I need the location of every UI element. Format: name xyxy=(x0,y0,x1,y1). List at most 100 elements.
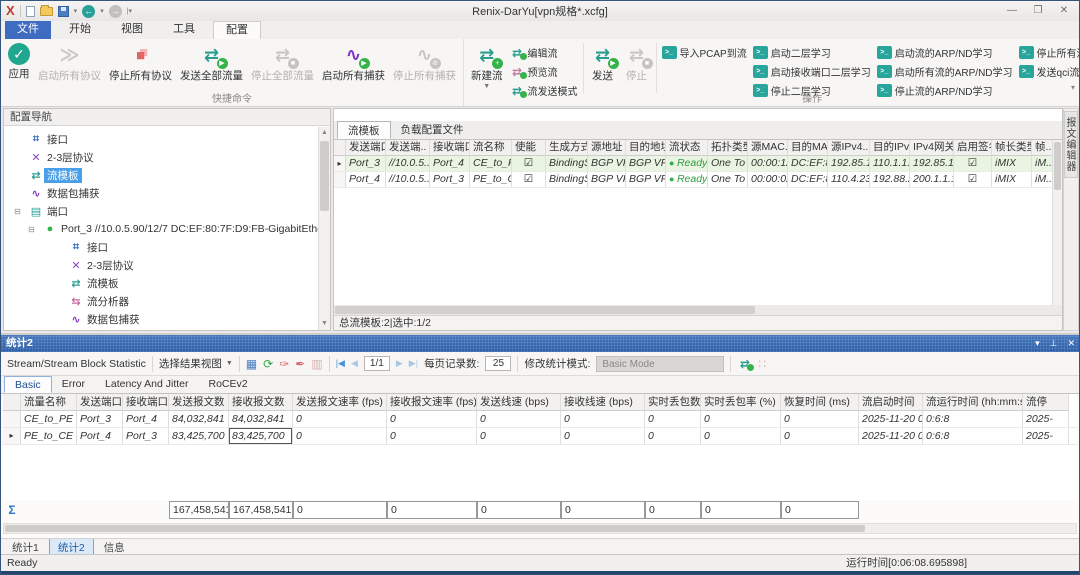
send-button[interactable]: ▶发送 xyxy=(586,41,620,83)
scroll-thumb[interactable] xyxy=(1054,142,1061,190)
column-header[interactable]: IPv4网关 xyxy=(910,140,954,156)
import-pcap-to-stream-button[interactable]: 导入PCAP到流 xyxy=(662,45,747,60)
new-file-icon[interactable] xyxy=(26,6,35,17)
column-header[interactable]: 接收报文数 xyxy=(229,394,293,411)
table-row[interactable]: ▸PE_to_CEPort_4Port_383,425,70083,425,70… xyxy=(3,428,1077,445)
column-header[interactable]: 发送端.. xyxy=(386,140,430,156)
tree-item-2[interactable]: ⇄流模板 xyxy=(4,166,318,184)
tree-item-9[interactable]: ⇆流分析器 xyxy=(4,292,318,310)
nav-scrollbar[interactable]: ▲ ▼ xyxy=(318,127,330,330)
expander-icon[interactable]: ⊟ xyxy=(28,225,42,234)
minimize-button[interactable]: — xyxy=(999,2,1025,18)
column-header[interactable]: 流运行时间 (hh:mm:ss) xyxy=(923,394,1023,411)
stats-hscrollbar[interactable] xyxy=(3,523,1077,534)
column-header[interactable]: 源IPv4.. xyxy=(828,140,870,156)
pin-icon[interactable]: ⊥ xyxy=(1050,335,1058,351)
back-icon[interactable]: ← xyxy=(82,5,95,18)
next-page-icon[interactable]: ▶ xyxy=(396,358,403,369)
column-header[interactable]: 使能 xyxy=(512,140,546,156)
column-header[interactable]: 目的MA.. xyxy=(788,140,828,156)
column-header[interactable]: 流启动时间 xyxy=(859,394,923,411)
column-header[interactable]: 流名称 xyxy=(470,140,512,156)
stop-all-streams-arp-nd-learning-button[interactable]: 停止所有流的ARP/ND学习 xyxy=(1019,45,1080,60)
stats-tab-error[interactable]: Error xyxy=(52,376,95,393)
close-button[interactable]: ✕ xyxy=(1051,2,1077,18)
column-header[interactable]: 接收端口 xyxy=(123,394,169,411)
stream-table-hscrollbar[interactable] xyxy=(334,305,1062,315)
column-header[interactable]: 实时丢包率 (%) xyxy=(701,394,781,411)
chart-icon[interactable]: ▥ xyxy=(311,357,322,371)
save-file-icon[interactable] xyxy=(58,6,69,17)
checkbox-cell[interactable]: ☑ xyxy=(512,156,546,171)
stop-all-protocols-button[interactable]: 停止所有协议 xyxy=(105,41,176,83)
stats-tab-rocev2[interactable]: RoCEv2 xyxy=(199,376,258,393)
save-dropdown-icon[interactable]: ▾ xyxy=(74,7,78,15)
clear-stats-icon[interactable]: ✑ xyxy=(279,357,289,371)
menu-tab-file[interactable]: 文件 xyxy=(5,21,51,39)
clear-all-stats-icon[interactable]: ✒ xyxy=(295,357,305,371)
tree-item-7[interactable]: ✕2-3层协议 xyxy=(4,256,318,274)
scroll-down-icon[interactable]: ▼ xyxy=(319,318,330,330)
customize-toolbar-icon[interactable]: |▾ xyxy=(127,7,132,15)
column-header[interactable]: 目的地址 xyxy=(626,140,666,156)
scroll-thumb[interactable] xyxy=(335,306,755,314)
tree-item-6[interactable]: ⌗接口 xyxy=(4,238,318,256)
column-header[interactable]: 接收端口 xyxy=(430,140,470,156)
stats-tab-basic[interactable]: Basic xyxy=(4,376,52,393)
checkbox-cell[interactable]: ☑ xyxy=(512,172,546,187)
start-all-protocols-button[interactable]: 启动所有协议 xyxy=(34,41,105,83)
column-header[interactable]: 发送端口 xyxy=(77,394,123,411)
start-stream-arp-nd-learning-button[interactable]: 启动流的ARP/ND学习 xyxy=(877,45,1013,60)
menu-tab-tools[interactable]: 工具 xyxy=(161,21,207,39)
column-header[interactable]: 流状态 xyxy=(666,140,708,156)
main-tab-0[interactable]: 流模板 xyxy=(337,121,391,139)
add-view-icon[interactable]: ∷ xyxy=(758,357,766,371)
page-size-input[interactable]: 25 xyxy=(485,356,511,371)
last-page-icon[interactable]: ▶| xyxy=(409,358,418,369)
column-header[interactable]: 帧.. xyxy=(1032,140,1052,156)
preview-stream-button[interactable]: 预览流 xyxy=(510,64,578,79)
packet-editor-tab[interactable]: 报文编辑器 xyxy=(1064,111,1078,178)
back-dropdown-icon[interactable]: ▾ xyxy=(100,7,104,15)
panel-menu-icon[interactable]: ▾ xyxy=(1035,335,1040,351)
tree-item-5[interactable]: ⊟●Port_3 //10.0.5.90/12/7 DC:EF:80:7F:D9… xyxy=(4,220,318,238)
send-qci-stream-button[interactable]: 发送qci流 xyxy=(1019,64,1080,79)
main-tab-1[interactable]: 负载配置文件 xyxy=(391,121,474,139)
tree-item-3[interactable]: ∿数据包捕获 xyxy=(4,184,318,202)
column-header[interactable]: 实时丢包数 xyxy=(645,394,701,411)
tree-item-0[interactable]: ⌗接口 xyxy=(4,130,318,148)
restore-button[interactable]: ❐ xyxy=(1025,2,1051,18)
edit-stream-button[interactable]: 编辑流 xyxy=(510,45,578,60)
tree-item-1[interactable]: ✕2-3层协议 xyxy=(4,148,318,166)
stream-mode-icon[interactable] xyxy=(737,357,752,370)
table-row[interactable]: ▸Port_3//10.0.5...Port_4CE_to_PE☑Binding… xyxy=(334,156,1052,172)
refresh-icon[interactable]: ⟳ xyxy=(263,357,273,371)
stats-mode-select[interactable]: Basic Mode xyxy=(596,356,724,372)
column-header[interactable]: 源MAC... xyxy=(748,140,788,156)
tree-item-11[interactable]: ⊟●Port_4 //10.0.5.90/12/8 DC:EF:80:7F:D9… xyxy=(4,328,318,330)
send-all-traffic-button[interactable]: ▶发送全部流量 xyxy=(176,41,247,83)
menu-tab-view[interactable]: 视图 xyxy=(109,21,155,39)
column-header[interactable]: 接收报文速率 (fps) xyxy=(387,394,477,411)
column-header[interactable]: 帧长类型 xyxy=(992,140,1032,156)
result-view-selector[interactable]: 选择结果视图 ▼ xyxy=(159,356,233,371)
start-l2-learning-button[interactable]: 启动二层学习 xyxy=(753,45,871,60)
tree-item-8[interactable]: ⇄流模板 xyxy=(4,274,318,292)
prev-page-icon[interactable]: ◀ xyxy=(351,358,358,369)
tree-item-4[interactable]: ⊟▤端口 xyxy=(4,202,318,220)
column-header[interactable]: 源地址 xyxy=(588,140,626,156)
stop-all-capture-button[interactable]: ⊘停止所有捕获 xyxy=(389,41,460,83)
column-header[interactable]: 接收线速 (bps) xyxy=(561,394,645,411)
menu-tab-home[interactable]: 开始 xyxy=(57,21,103,39)
start-all-streams-arp-nd-learning-button[interactable]: 启动所有流的ARP/ND学习 xyxy=(877,64,1013,79)
expander-icon[interactable]: ⊟ xyxy=(14,207,28,216)
scroll-thumb[interactable] xyxy=(5,525,865,532)
new-stream-button[interactable]: +新建流▼ xyxy=(467,41,507,89)
column-header[interactable]: 流停 xyxy=(1023,394,1069,411)
tree-item-10[interactable]: ∿数据包捕获 xyxy=(4,310,318,328)
column-header[interactable]: 启用签名 xyxy=(954,140,992,156)
table-row[interactable]: Port_4//10.0.5...Port_3PE_to_CE☑BindingS… xyxy=(334,172,1052,188)
scroll-thumb[interactable] xyxy=(320,141,329,211)
menu-tab-config[interactable]: 配置 xyxy=(213,21,261,39)
stop-button[interactable]: ■停止 xyxy=(620,41,654,83)
